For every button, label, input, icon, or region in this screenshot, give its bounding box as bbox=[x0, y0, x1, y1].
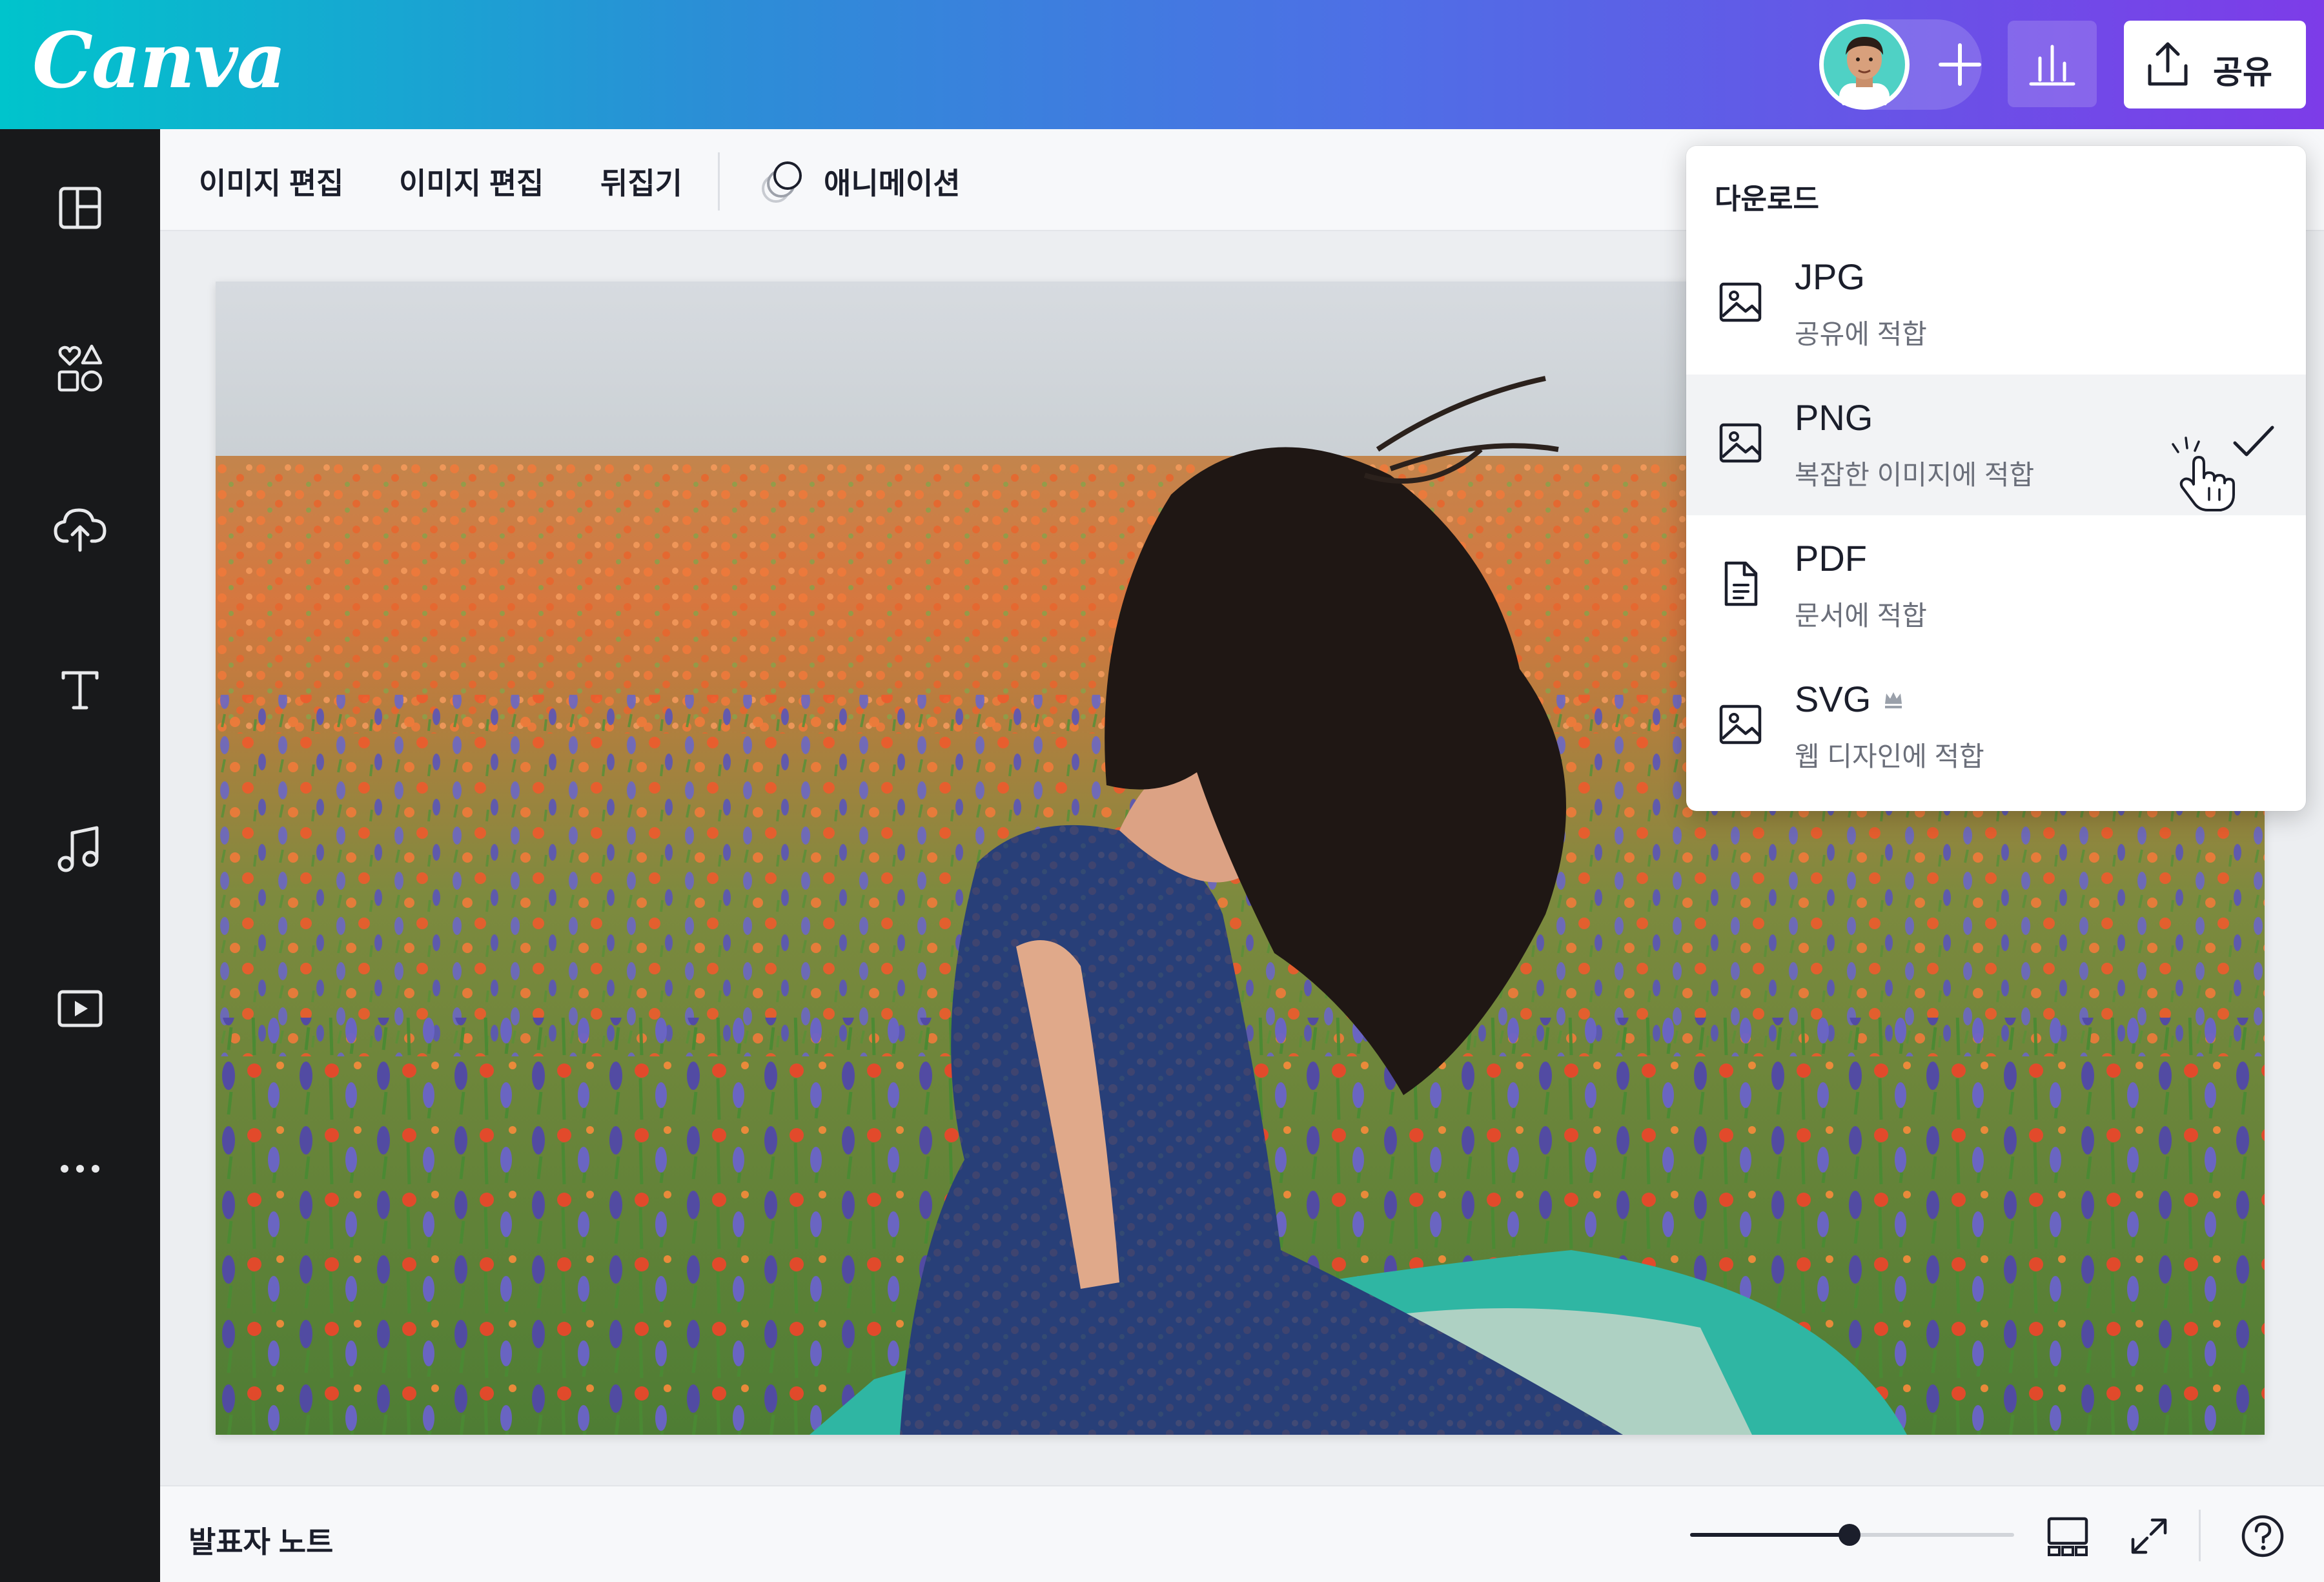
download-option-svg[interactable]: SVG 웹 디자인에 적합 bbox=[1686, 656, 2306, 797]
share-button[interactable]: 공유 bbox=[2124, 21, 2306, 108]
upload-icon bbox=[2148, 42, 2188, 86]
collaborators-group bbox=[1819, 19, 1982, 110]
grid-view-icon[interactable] bbox=[2045, 1514, 2090, 1559]
download-menu: 다운로드 JPG 공유에 적합 PNG 복잡한 이미지에 적합 PDF 문서에 … bbox=[1686, 146, 2306, 811]
plus-icon bbox=[1939, 43, 1981, 86]
option-description: 복잡한 이미지에 적합 bbox=[1795, 460, 2035, 490]
option-name: SVG bbox=[1795, 679, 1871, 719]
zoom-slider-handle[interactable] bbox=[1839, 1524, 1860, 1546]
layout-icon bbox=[59, 187, 101, 229]
sidebar-item-audio[interactable] bbox=[50, 819, 110, 878]
checkmark-icon bbox=[2233, 426, 2274, 457]
animation-icon[interactable] bbox=[759, 156, 808, 205]
sidebar-item-elements[interactable] bbox=[50, 338, 110, 398]
more-icon bbox=[61, 1165, 99, 1173]
bottom-bar: 발표자 노트 bbox=[160, 1485, 2324, 1582]
add-collaborator-button[interactable] bbox=[1928, 32, 1992, 97]
bar-chart-icon bbox=[2029, 45, 2075, 86]
sidebar-item-videos[interactable] bbox=[50, 979, 110, 1038]
download-option-pdf[interactable]: PDF 문서에 적합 bbox=[1686, 515, 2306, 656]
document-icon bbox=[1724, 561, 1758, 606]
elements-icon bbox=[57, 344, 103, 392]
option-description: 공유에 적합 bbox=[1795, 319, 1927, 349]
option-name: JPG bbox=[1795, 256, 1865, 297]
music-icon bbox=[57, 826, 99, 872]
presenter-notes-button[interactable]: 발표자 노트 bbox=[189, 1519, 333, 1561]
canva-logo[interactable]: Canva bbox=[32, 15, 286, 105]
option-name: PDF bbox=[1795, 538, 1867, 579]
avatar-photo bbox=[1824, 24, 1905, 105]
sidebar-item-text[interactable] bbox=[50, 659, 110, 718]
toolbar-divider bbox=[718, 152, 720, 211]
download-menu-title: 다운로드 bbox=[1715, 183, 1819, 215]
insights-button[interactable] bbox=[2008, 21, 2097, 107]
bottom-divider bbox=[2199, 1510, 2201, 1561]
option-description: 문서에 적합 bbox=[1795, 601, 1927, 631]
user-avatar[interactable] bbox=[1819, 19, 1910, 110]
sidebar-item-templates[interactable] bbox=[50, 178, 110, 238]
edit-image-button-2[interactable]: 이미지 편집 bbox=[399, 160, 544, 203]
download-option-png[interactable]: PNG 복잡한 이미지에 적합 bbox=[1686, 375, 2306, 515]
left-sidebar bbox=[0, 129, 160, 1582]
fullscreen-icon[interactable] bbox=[2126, 1514, 2172, 1559]
animation-button[interactable]: 애니메이션 bbox=[824, 160, 961, 203]
zoom-slider-fill bbox=[1690, 1533, 1850, 1537]
flip-button[interactable]: 뒤집기 bbox=[600, 160, 682, 203]
image-icon bbox=[1719, 423, 1762, 463]
top-bar: Canva 공유 bbox=[0, 0, 2324, 129]
edit-image-button[interactable]: 이미지 편집 bbox=[199, 160, 343, 203]
sidebar-item-more[interactable] bbox=[50, 1139, 110, 1198]
cloud-upload-icon bbox=[54, 508, 107, 552]
zoom-slider-track[interactable] bbox=[1850, 1533, 2014, 1537]
help-icon[interactable] bbox=[2240, 1514, 2285, 1559]
text-icon bbox=[61, 671, 99, 710]
option-name: PNG bbox=[1795, 397, 1873, 438]
download-option-jpg[interactable]: JPG 공유에 적합 bbox=[1686, 234, 2306, 375]
premium-crown-icon bbox=[1885, 692, 1902, 708]
sidebar-item-uploads[interactable] bbox=[50, 498, 110, 558]
share-label: 공유 bbox=[2213, 54, 2272, 90]
option-description: 웹 디자인에 적합 bbox=[1795, 741, 1984, 772]
image-icon bbox=[1719, 282, 1762, 322]
video-icon bbox=[57, 990, 103, 1027]
image-icon bbox=[1719, 704, 1762, 745]
